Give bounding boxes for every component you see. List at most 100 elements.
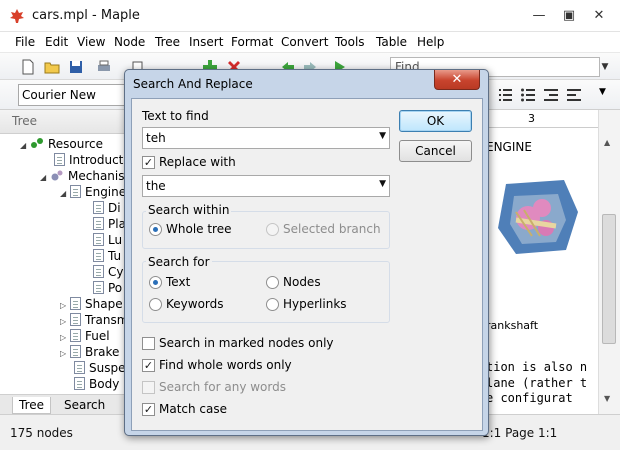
chevron-down-icon[interactable]: ▼ <box>379 131 386 141</box>
doc-caption: rankshaft <box>486 319 539 332</box>
replace-with-checkbox[interactable]: ✓ <box>142 156 155 169</box>
whole-words-checkbox[interactable]: ✓ <box>142 359 155 372</box>
tree-node-po[interactable]: Po <box>93 281 122 297</box>
close-window-button[interactable]: ✕ <box>586 6 612 26</box>
vertical-scrollbar[interactable]: ▲ ▼ <box>598 110 620 414</box>
tree-node-suspe[interactable]: Suspe <box>74 361 125 377</box>
doc-line: lane (rather t <box>486 376 588 390</box>
whole-tree-radio[interactable] <box>149 223 162 236</box>
ok-button[interactable]: OK <box>399 110 472 132</box>
tree-node-label: Brake <box>85 345 120 359</box>
toolbar-more-arrow[interactable]: ▼ <box>599 87 606 97</box>
document-view[interactable]: ENGINE rankshaft tion is also n lane (ra… <box>486 110 598 414</box>
collapse-icon[interactable]: ◢ <box>20 141 30 150</box>
page-icon <box>93 233 104 246</box>
tree-node-brake[interactable]: ▷ Brake <box>60 345 119 361</box>
bullet-list-icon[interactable] <box>520 87 536 103</box>
tree-node-engine[interactable]: ◢ Engine <box>60 185 126 201</box>
tree-view[interactable]: ◢ Resource Introductio ◢ Mechanism ◢ Engine… <box>0 136 136 394</box>
maximize-button[interactable]: ▣ <box>556 6 582 26</box>
tree-node-shape[interactable]: ▷ Shape <box>60 297 123 313</box>
menu-view[interactable]: View <box>77 35 105 49</box>
expand-icon[interactable]: ▷ <box>60 349 70 358</box>
scroll-thumb[interactable] <box>602 214 616 344</box>
tree-node-di[interactable]: Di <box>93 201 121 217</box>
menu-insert[interactable]: Insert <box>189 35 223 49</box>
gears-icon <box>51 170 63 181</box>
collapse-icon[interactable]: ◢ <box>40 173 50 182</box>
tree-node-body[interactable]: Body <box>74 377 119 393</box>
tree-node-mechanism[interactable]: ◢ Mechanism <box>40 169 136 185</box>
menu-tools[interactable]: Tools <box>335 35 365 49</box>
page-icon <box>74 377 85 390</box>
indent-icon[interactable] <box>566 87 582 103</box>
node-count: 175 nodes <box>10 426 73 440</box>
tree-node-introduction[interactable]: Introductio <box>54 153 134 169</box>
cursor-position: 1:1 Page 1:1 <box>482 426 558 440</box>
menu-format[interactable]: Format <box>231 35 273 49</box>
selected-branch-label: Selected branch <box>283 222 381 236</box>
tab-tree[interactable]: Tree <box>12 397 52 414</box>
tree-node-label: Shape <box>85 297 123 311</box>
text-radio[interactable] <box>149 276 162 289</box>
marked-nodes-only-checkbox[interactable] <box>142 337 155 350</box>
match-case-checkbox[interactable]: ✓ <box>142 403 155 416</box>
menu-file[interactable]: File <box>15 35 35 49</box>
replace-with-combo[interactable]: the ▼ <box>142 175 390 197</box>
page-icon <box>54 153 65 166</box>
menu-convert[interactable]: Convert <box>281 35 328 49</box>
tree-node-label: Resource <box>48 137 104 151</box>
replace-with-value: the <box>146 179 166 193</box>
tree-node-resource[interactable]: ◢ Resource <box>20 137 103 153</box>
chevron-down-icon[interactable]: ▼ <box>379 179 386 189</box>
find-dropdown-arrow[interactable]: ▼ <box>597 57 613 77</box>
selected-branch-radio[interactable] <box>266 223 279 236</box>
tree-node-lu[interactable]: Lu <box>93 233 122 249</box>
tab-search-results[interactable]: Search Resu <box>58 397 126 426</box>
menu-tree[interactable]: Tree <box>155 35 180 49</box>
match-case-label: Match case <box>159 402 228 416</box>
outdent-icon[interactable] <box>543 87 559 103</box>
whole-words-label: Find whole words only <box>159 358 292 372</box>
any-words-checkbox[interactable] <box>142 381 155 394</box>
tree-node-fuel[interactable]: ▷ Fuel <box>60 329 110 345</box>
text-to-find-label: Text to find <box>142 109 209 123</box>
search-replace-dialog: Search And Replace ✕ Text to find teh ▼ … <box>124 69 489 436</box>
menu-table[interactable]: Table <box>376 35 407 49</box>
dialog-title: Search And Replace <box>133 77 253 91</box>
minimize-button[interactable]: — <box>526 6 552 26</box>
font-select[interactable]: Courier New <box>18 84 126 106</box>
tree-node-tu[interactable]: Tu <box>93 249 121 265</box>
print-icon[interactable] <box>96 59 112 75</box>
hyperlinks-radio[interactable] <box>266 298 279 311</box>
keywords-radio[interactable] <box>149 298 162 311</box>
tree-node-label: Po <box>108 281 123 295</box>
tree-node-pla[interactable]: Pla <box>93 217 126 233</box>
save-icon[interactable] <box>68 59 84 75</box>
open-folder-icon[interactable] <box>44 59 60 75</box>
menu-help[interactable]: Help <box>417 35 444 49</box>
tree-node-label: Suspe <box>89 361 126 375</box>
tree-node-label: Lu <box>108 233 123 247</box>
menu-edit[interactable]: Edit <box>45 35 68 49</box>
cancel-button[interactable]: Cancel <box>399 140 472 162</box>
numbered-list-icon[interactable] <box>497 87 513 103</box>
menu-node[interactable]: Node <box>114 35 145 49</box>
tree-node-cy[interactable]: Cy <box>93 265 123 281</box>
expand-icon[interactable]: ▷ <box>60 333 70 342</box>
molecule-icon <box>31 138 43 148</box>
text-to-find-combo[interactable]: teh ▼ <box>142 127 390 149</box>
collapse-icon[interactable]: ◢ <box>60 189 70 198</box>
dialog-close-button[interactable]: ✕ <box>434 70 480 90</box>
expand-icon[interactable]: ▷ <box>60 301 70 310</box>
tree-node-transm[interactable]: ▷ Transm <box>60 313 128 329</box>
text-label: Text <box>166 275 191 289</box>
scroll-down-arrow[interactable]: ▼ <box>604 394 610 403</box>
new-document-icon[interactable] <box>20 59 36 75</box>
expand-icon[interactable]: ▷ <box>60 317 70 326</box>
nodes-radio[interactable] <box>266 276 279 289</box>
tree-node-label: Tu <box>108 249 122 263</box>
tree-panel: Tree ◢ Resource Introductio ◢ Mechanism ◢ E… <box>0 110 136 426</box>
tree-tabs: Tree Search Resu <box>0 394 126 426</box>
scroll-up-arrow[interactable]: ▲ <box>604 138 610 147</box>
